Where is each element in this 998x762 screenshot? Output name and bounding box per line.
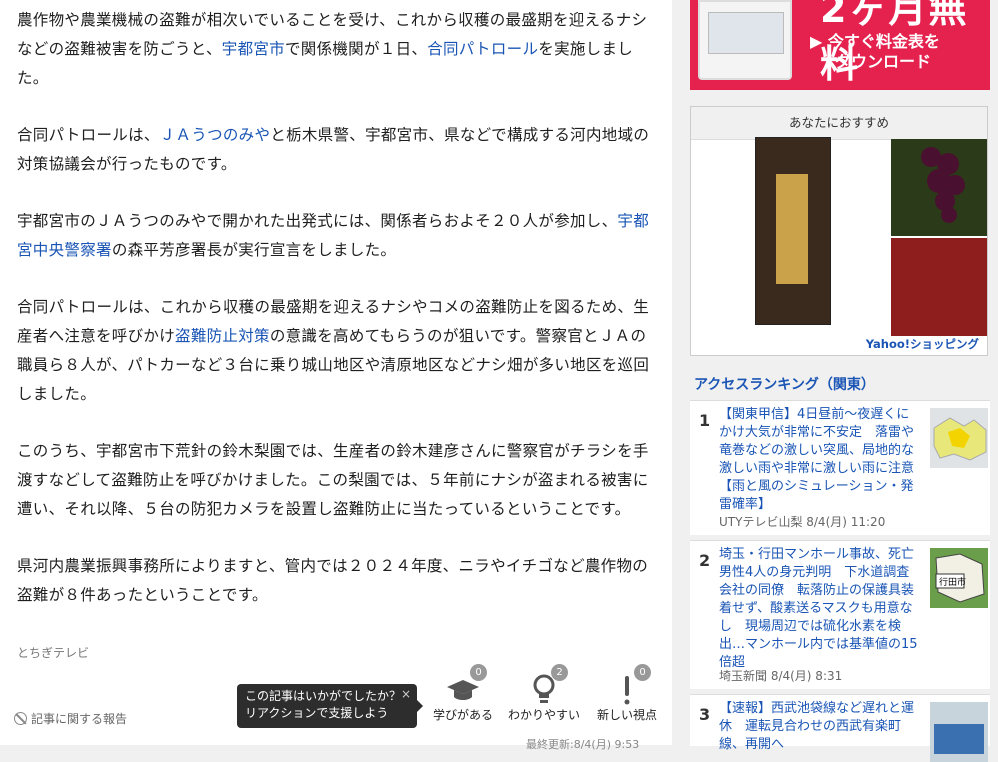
product-yokan-image[interactable] bbox=[755, 137, 831, 325]
exclamation-icon bbox=[624, 676, 630, 705]
paragraph-6: 県河内農業振興事務所によりますと、管内では２０２４年度、ニラやイチゴなど農作物の… bbox=[17, 557, 649, 604]
ranking-item[interactable]: 3 【速報】西武池袋線など遅れと運休 運転見合わせの西武有楽町線、再開へ bbox=[690, 694, 990, 762]
train-thumbnail bbox=[930, 702, 988, 762]
paragraph-3: 宇都宮市のＪＡうつのみやで開かれた出発式には、関係者らおよそ２０人が参加し、宇都… bbox=[17, 207, 659, 265]
reaction-count: 0 bbox=[470, 664, 487, 681]
tooltip-line-1: この記事はいかがでしたか？ bbox=[245, 689, 402, 703]
ad-line-2: ダウンロード bbox=[835, 52, 932, 71]
ad-banner[interactable]: 2ヶ月無料 ▶ 今すぐ料金表を ダウンロード bbox=[690, 0, 990, 90]
report-label: 記事に関する報告 bbox=[31, 712, 128, 726]
text: の森平芳彦署長が実行宣言をしました。 bbox=[111, 241, 397, 259]
map-label: 行田市 bbox=[939, 576, 966, 588]
reaction-clear-button[interactable]: 2 わかりやすい bbox=[506, 664, 582, 723]
article-body: 農作物や農業機械の盗難が相次いでいることを受け、これから収穫の最盛期を迎えるナシ… bbox=[17, 6, 659, 638]
link-utsunomiya-city[interactable]: 宇都宮市 bbox=[222, 40, 285, 58]
paragraph-4: 合同パトロールは、これから収穫の最盛期を迎えるナシやコメの盗難防止を図るため、生… bbox=[17, 293, 659, 409]
fridge-image bbox=[698, 0, 792, 80]
report-link[interactable]: 記事に関する報告 bbox=[14, 710, 127, 727]
reaction-tooltip: この記事はいかがでしたか？ リアクションで支援しよう × bbox=[237, 684, 423, 728]
product-grape-image[interactable] bbox=[891, 139, 987, 236]
weather-map-thumbnail bbox=[930, 408, 988, 468]
recommend-box: あなたにおすすめ Yahoo!ショッピング bbox=[690, 106, 988, 356]
paragraph-5: このうち、宇都宮市下荒針の鈴木梨園では、生産者の鈴木建彦さんに警察官がチラシを手… bbox=[17, 442, 649, 518]
close-icon[interactable]: × bbox=[401, 686, 411, 703]
article-source[interactable]: とちぎテレビ bbox=[17, 644, 89, 661]
link-joint-patrol[interactable]: 合同パトロール bbox=[427, 40, 538, 58]
recommend-title: あなたにおすすめ bbox=[691, 107, 987, 140]
text: 宇都宮市のＪＡうつのみやで開かれた出発式には、関係者らおよそ２０人が参加し、 bbox=[17, 212, 618, 230]
product-strawberry-image[interactable] bbox=[891, 238, 987, 336]
rank-meta: 埼玉新聞 8/4(月) 8:31 bbox=[719, 669, 843, 683]
reaction-new-view-button[interactable]: 0 新しい視点 bbox=[589, 664, 665, 723]
last-updated: 最終更新:8/4(月) 9:53 bbox=[526, 738, 640, 751]
reaction-label: 新しい視点 bbox=[596, 708, 657, 722]
link-theft-prevention[interactable]: 盗難防止対策 bbox=[175, 327, 270, 345]
rank-number: 2 bbox=[699, 551, 711, 570]
reaction-label: 学びがある bbox=[432, 708, 493, 722]
reaction-count: 0 bbox=[634, 664, 651, 681]
article-column: 農作物や農業機械の盗難が相次いでいることを受け、これから収穫の最盛期を迎えるナシ… bbox=[0, 0, 672, 751]
reaction-label: わかりやすい bbox=[507, 708, 580, 722]
ban-icon bbox=[14, 712, 27, 725]
link-ja-utsunomiya[interactable]: ＪＡうつのみや bbox=[160, 126, 271, 144]
tooltip-line-2: リアクションで支援しよう bbox=[245, 706, 389, 720]
rank-headline[interactable]: 埼玉・行田マンホール事故、死亡男性4人の身元判明 下水道調査会社の同僚 転落防止… bbox=[719, 546, 919, 672]
rank-number: 1 bbox=[699, 411, 711, 430]
ranking-item[interactable]: 2 埼玉・行田マンホール事故、死亡男性4人の身元判明 下水道調査会社の同僚 転落… bbox=[690, 540, 990, 689]
text: で関係機関が１日、 bbox=[284, 40, 428, 58]
paragraph-1: 農作物や農業機械の盗難が相次いでいることを受け、これから収穫の最盛期を迎えるナシ… bbox=[17, 6, 659, 93]
reaction-count: 2 bbox=[551, 664, 568, 681]
rank-headline[interactable]: 【速報】西武池袋線など遅れと運休 運転見合わせの西武有楽町線、再開へ bbox=[719, 700, 919, 754]
reaction-learn-button[interactable]: 0 学びがある bbox=[425, 664, 501, 723]
rank-headline[interactable]: 【関東甲信】4日昼前～夜遅くにかけ大気が非常に不安定 落雷や竜巻などの激しい突風… bbox=[719, 406, 919, 514]
yahoo-shopping-link[interactable]: Yahoo!ショッピング bbox=[863, 336, 981, 352]
paragraph-2: 合同パトロールは、ＪＡうつのみやと栃木県警、宇都宮市、県などで構成する河内地域の… bbox=[17, 121, 659, 179]
ranking-item[interactable]: 1 【関東甲信】4日昼前～夜遅くにかけ大気が非常に不安定 落雷や竜巻などの激しい… bbox=[690, 400, 990, 535]
rank-meta: UTYテレビ山梨 8/4(月) 11:20 bbox=[719, 515, 886, 529]
rank-number: 3 bbox=[699, 705, 711, 724]
map-thumbnail: 行田市 bbox=[930, 548, 988, 608]
text: 合同パトロールは、 bbox=[17, 126, 160, 144]
ranking-title[interactable]: アクセスランキング（関東） bbox=[694, 374, 875, 394]
